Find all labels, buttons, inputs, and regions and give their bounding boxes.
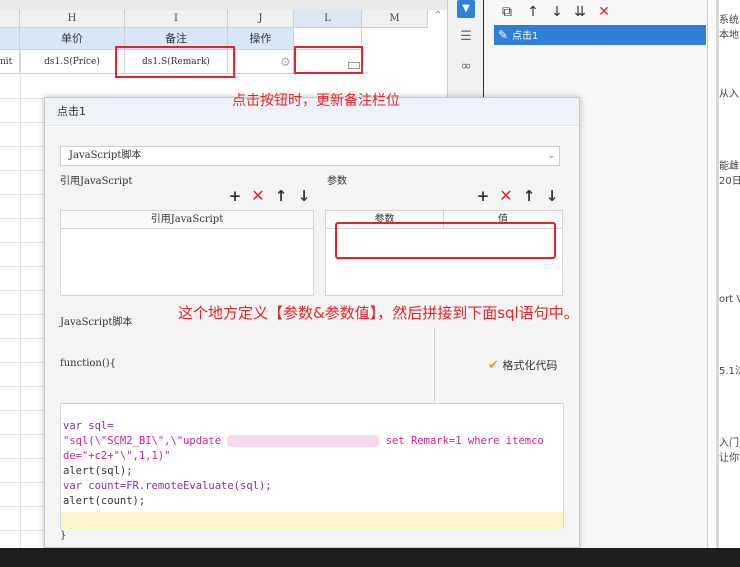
annotation-middle: 这个地方定义【参数&参数值】，然后拼接到下面sql语句中。 <box>178 304 579 322</box>
ref-up-icon[interactable]: ↑ <box>272 187 290 205</box>
code-line-2-end: set Remark=1 where itemco <box>379 435 544 447</box>
list-icon[interactable]: ☰ <box>457 28 475 46</box>
data-cell-price[interactable]: ds1.S(Price) <box>20 50 125 74</box>
function-header-area <box>60 327 562 402</box>
add-param-icon[interactable]: + <box>474 187 492 205</box>
sheet-top-strip <box>0 0 455 10</box>
code-line-5: var count=FR.remoteEvaluate(sql); <box>63 479 272 494</box>
background-text: 从入 <box>719 89 739 100</box>
button-widget-icon <box>348 62 360 69</box>
event-item-click[interactable]: ✎ 点击1 <box>494 25 706 45</box>
chevron-down-icon: ⌄ <box>547 151 555 161</box>
move-up-icon[interactable]: ↑ <box>524 3 542 21</box>
copy-icon[interactable]: ⧉ <box>498 3 516 21</box>
remove-ref-icon[interactable]: ✕ <box>249 187 267 205</box>
redacted-table-name <box>227 435 380 447</box>
function-close-brace: } <box>60 530 67 541</box>
format-code-label: 格式化代码 <box>502 359 558 372</box>
format-code-button[interactable]: ✔ 格式化代码 <box>488 357 557 373</box>
cell-attributes-icon[interactable]: ▼ <box>457 0 475 18</box>
move-down-icon[interactable]: ↓ <box>548 3 566 21</box>
ref-js-column: 引用JavaScript <box>61 211 313 229</box>
delete-icon[interactable]: ✕ <box>595 3 613 21</box>
event-item-label: 点击1 <box>512 31 539 42</box>
code-editor[interactable] <box>60 403 564 529</box>
background-page <box>708 0 740 548</box>
background-text: 入门 <box>719 438 739 449</box>
script-type-value: JavaScript脚本 <box>69 150 142 161</box>
params-label: 参数 <box>327 176 347 187</box>
column-header-l[interactable]: L <box>294 10 362 28</box>
gear-icon: ⚙ <box>280 55 291 69</box>
background-text: 20日 <box>719 176 740 187</box>
background-text: 让你 <box>719 453 739 464</box>
taskbar <box>0 548 740 567</box>
background-text: 5.1法 <box>719 366 740 377</box>
code-line-2-start: "sql(\"SCM2_BI\",\"update <box>63 435 228 447</box>
grid-line <box>20 50 21 548</box>
data-cell-price-text: ds1.S(Price) <box>44 57 100 67</box>
current-line-highlight <box>61 512 563 529</box>
code-line-6: alert(count); <box>63 495 146 507</box>
code-line-4: alert(sql); <box>63 465 133 477</box>
background-text: 系统 <box>719 15 739 26</box>
column-header-m[interactable]: M <box>362 10 428 28</box>
script-label: JavaScript脚本 <box>60 317 133 328</box>
background-text: 本地 <box>719 30 739 41</box>
header-cell-blank[interactable] <box>0 28 20 50</box>
sort-icon[interactable]: ⇊ <box>571 3 589 21</box>
code-line-5-text: var count=FR.remoteEvaluate(sql); <box>63 480 272 492</box>
link-icon[interactable]: ∞ <box>457 58 475 76</box>
remove-param-icon[interactable]: ✕ <box>497 187 515 205</box>
function-signature: function(){ <box>60 358 117 369</box>
annotation-top: 点击按钮时，更新备注栏位 <box>232 93 400 109</box>
header-cell-action[interactable]: 操作 <box>228 28 294 50</box>
data-cell-unit[interactable]: nit <box>0 50 20 74</box>
brush-icon: ✔ <box>488 358 499 373</box>
code-line-1: var sql= <box>63 420 114 432</box>
button-cell-highlight <box>294 46 363 74</box>
ref-js-list[interactable]: 引用JavaScript <box>60 210 314 296</box>
background-text: 能雌 <box>719 161 739 172</box>
background-scrollbar <box>716 0 719 548</box>
column-header-j[interactable]: J <box>228 10 294 28</box>
column-header-h[interactable]: H <box>20 10 125 28</box>
param-down-icon[interactable]: ↓ <box>543 187 561 205</box>
divider <box>434 327 435 402</box>
header-cell-price[interactable]: 单价 <box>20 28 125 50</box>
column-header-i[interactable]: I <box>125 10 228 28</box>
code-line-3: de="+c2+"\",1,1)" <box>63 450 171 462</box>
remark-cell-highlight <box>115 46 235 78</box>
code-line-2: "sql(\"SCM2_BI\",\"update set Remark=1 w… <box>63 434 544 449</box>
data-cell-action[interactable]: ⚙ <box>228 50 294 74</box>
edit-icon: ✎ <box>497 28 509 42</box>
script-type-select[interactable]: JavaScript脚本 ⌄ <box>60 146 560 166</box>
params-highlight <box>335 222 556 259</box>
background-text: ort V <box>719 294 740 305</box>
ref-js-label: 引用JavaScript <box>60 176 133 187</box>
scroll-up-icon[interactable]: ⌃ <box>430 8 446 24</box>
column-header-blank <box>0 10 20 28</box>
param-up-icon[interactable]: ↑ <box>520 187 538 205</box>
add-ref-icon[interactable]: + <box>226 187 244 205</box>
ref-down-icon[interactable]: ↓ <box>295 187 313 205</box>
